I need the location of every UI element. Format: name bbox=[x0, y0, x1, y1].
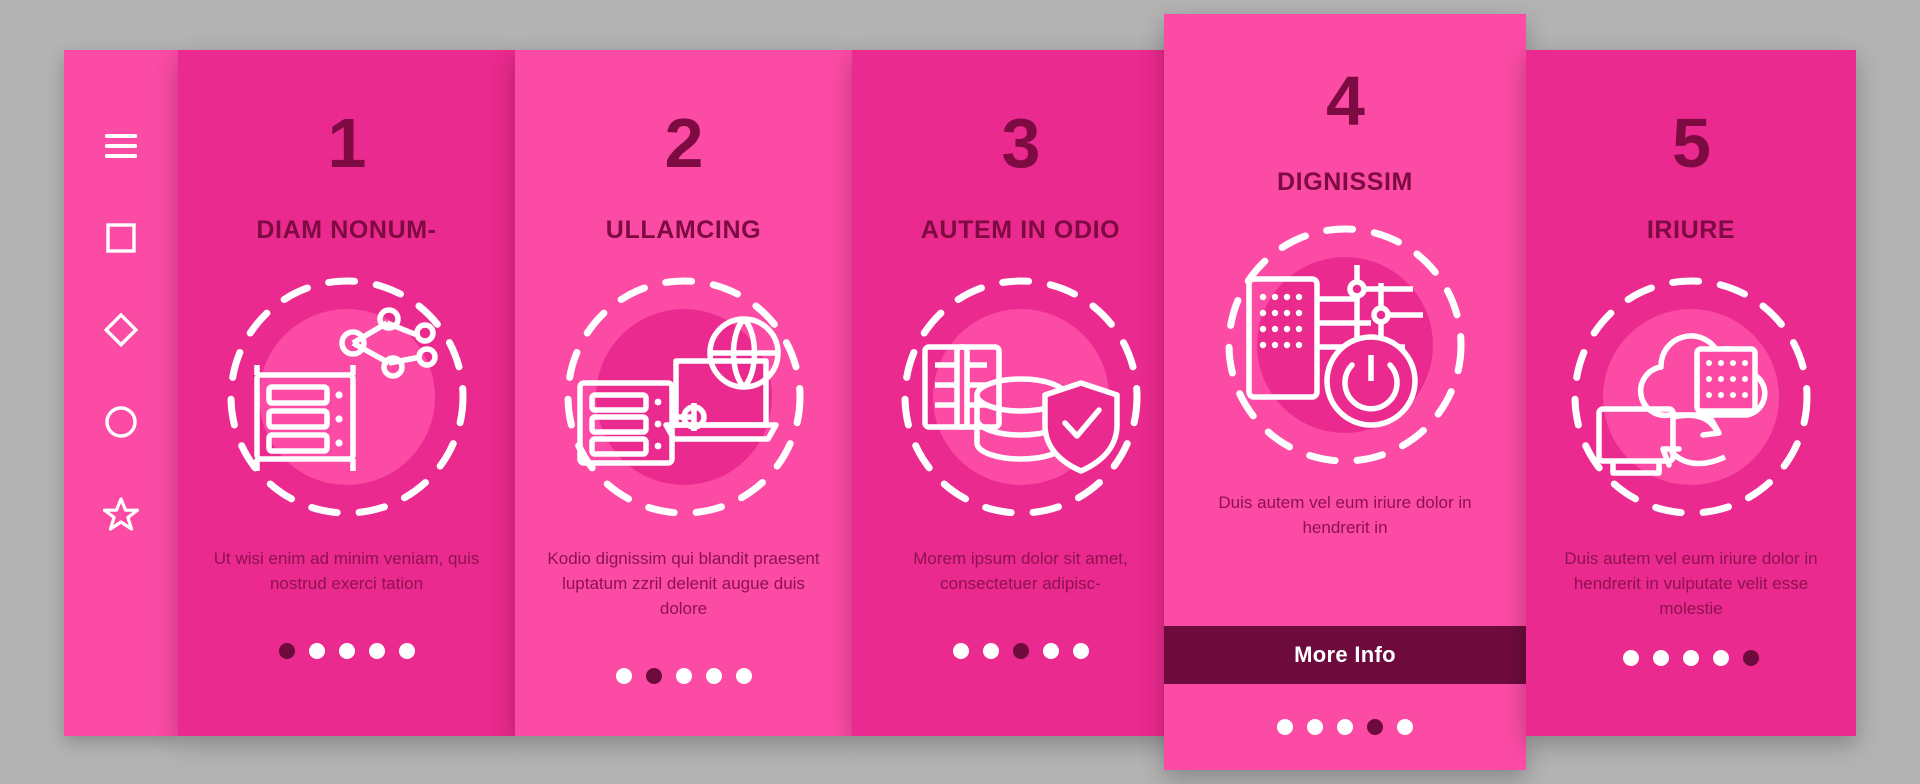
dot-5[interactable] bbox=[1072, 642, 1089, 659]
cloud-server-sync-icon bbox=[1565, 271, 1817, 523]
dot-4[interactable] bbox=[1042, 642, 1059, 659]
dot-3[interactable] bbox=[1012, 642, 1029, 659]
pagination-dots[interactable] bbox=[952, 642, 1089, 659]
dot-5[interactable] bbox=[398, 642, 415, 659]
dot-4[interactable] bbox=[1367, 719, 1383, 736]
dot-4[interactable] bbox=[1713, 649, 1729, 666]
pagination-dots[interactable] bbox=[278, 642, 415, 659]
dot-1[interactable] bbox=[1277, 719, 1293, 736]
server-network-icon bbox=[221, 271, 473, 523]
card-body: Duis autem vel eum iriure dolor in hendr… bbox=[1218, 493, 1472, 537]
card-number: 1 bbox=[327, 104, 367, 182]
dot-3[interactable] bbox=[1683, 649, 1699, 666]
star-icon[interactable] bbox=[103, 496, 139, 532]
dot-2[interactable] bbox=[982, 642, 999, 659]
card-number: 4 bbox=[1326, 62, 1365, 140]
card-title: IRIURE bbox=[1646, 216, 1736, 244]
dot-3[interactable] bbox=[675, 667, 692, 684]
dot-5[interactable] bbox=[1397, 719, 1413, 736]
pagination-dots[interactable] bbox=[1277, 719, 1413, 736]
onboarding-card-3[interactable]: 3 AUTEM IN ODIO Morem ipsum dolor sit am… bbox=[852, 50, 1189, 736]
dot-2[interactable] bbox=[1653, 649, 1669, 666]
dot-5[interactable] bbox=[735, 667, 752, 684]
onboarding-screens-canvas: 1 DIAM NONUM- Ut wisi enim ad minim veni… bbox=[0, 0, 1920, 784]
card-number: 5 bbox=[1672, 104, 1711, 182]
dot-1[interactable] bbox=[1623, 649, 1639, 666]
more-info-button[interactable]: More Info bbox=[1164, 626, 1526, 685]
dot-1[interactable] bbox=[278, 642, 295, 659]
card-title: ULLAMCING bbox=[605, 216, 762, 244]
sidebar bbox=[64, 50, 178, 736]
card-footer bbox=[1164, 684, 1526, 770]
card-body: Ut wisi enim ad minim veniam, quis nostr… bbox=[213, 549, 480, 593]
onboarding-card-2[interactable]: 2 ULLAMCING Kodio dignissim qui blandit … bbox=[515, 50, 852, 736]
onboarding-card-5[interactable]: 5 IRIURE Duis autem vel eum iriure dolor… bbox=[1526, 50, 1856, 736]
card-body: Morem ipsum dolor sit amet, consectetuer… bbox=[913, 549, 1128, 593]
dot-2[interactable] bbox=[645, 667, 662, 684]
dot-3[interactable] bbox=[1337, 719, 1353, 736]
server-power-icon bbox=[1219, 219, 1471, 471]
card-number: 2 bbox=[664, 104, 704, 182]
card-title: DIAM NONUM- bbox=[256, 216, 437, 244]
card-body: Kodio dignissim qui blandit praesent lup… bbox=[547, 549, 820, 618]
dot-1[interactable] bbox=[615, 667, 632, 684]
square-icon[interactable] bbox=[103, 220, 139, 256]
onboarding-card-1[interactable]: 1 DIAM NONUM- Ut wisi enim ad minim veni… bbox=[178, 50, 515, 736]
dot-1[interactable] bbox=[952, 642, 969, 659]
card-title: AUTEM IN ODIO bbox=[920, 216, 1121, 244]
dot-5[interactable] bbox=[1743, 649, 1759, 666]
server-globe-laptop-icon bbox=[558, 271, 810, 523]
dot-2[interactable] bbox=[1307, 719, 1323, 736]
dot-4[interactable] bbox=[705, 667, 722, 684]
onboarding-card-4[interactable]: 4 DIGNISSIM Duis autem vel eum iriure do… bbox=[1164, 14, 1526, 770]
pagination-dots[interactable] bbox=[1623, 649, 1759, 666]
card-number: 3 bbox=[1001, 104, 1041, 182]
card-body: Duis autem vel eum iriure dolor in hendr… bbox=[1564, 549, 1818, 618]
database-shield-icon bbox=[895, 271, 1147, 523]
diamond-icon[interactable] bbox=[103, 312, 139, 348]
card-title: DIGNISSIM bbox=[1277, 168, 1413, 196]
dot-3[interactable] bbox=[338, 642, 355, 659]
dot-4[interactable] bbox=[368, 642, 385, 659]
circle-icon[interactable] bbox=[103, 404, 139, 440]
hamburger-menu-icon[interactable] bbox=[103, 128, 139, 164]
dot-2[interactable] bbox=[308, 642, 325, 659]
pagination-dots[interactable] bbox=[615, 667, 752, 684]
